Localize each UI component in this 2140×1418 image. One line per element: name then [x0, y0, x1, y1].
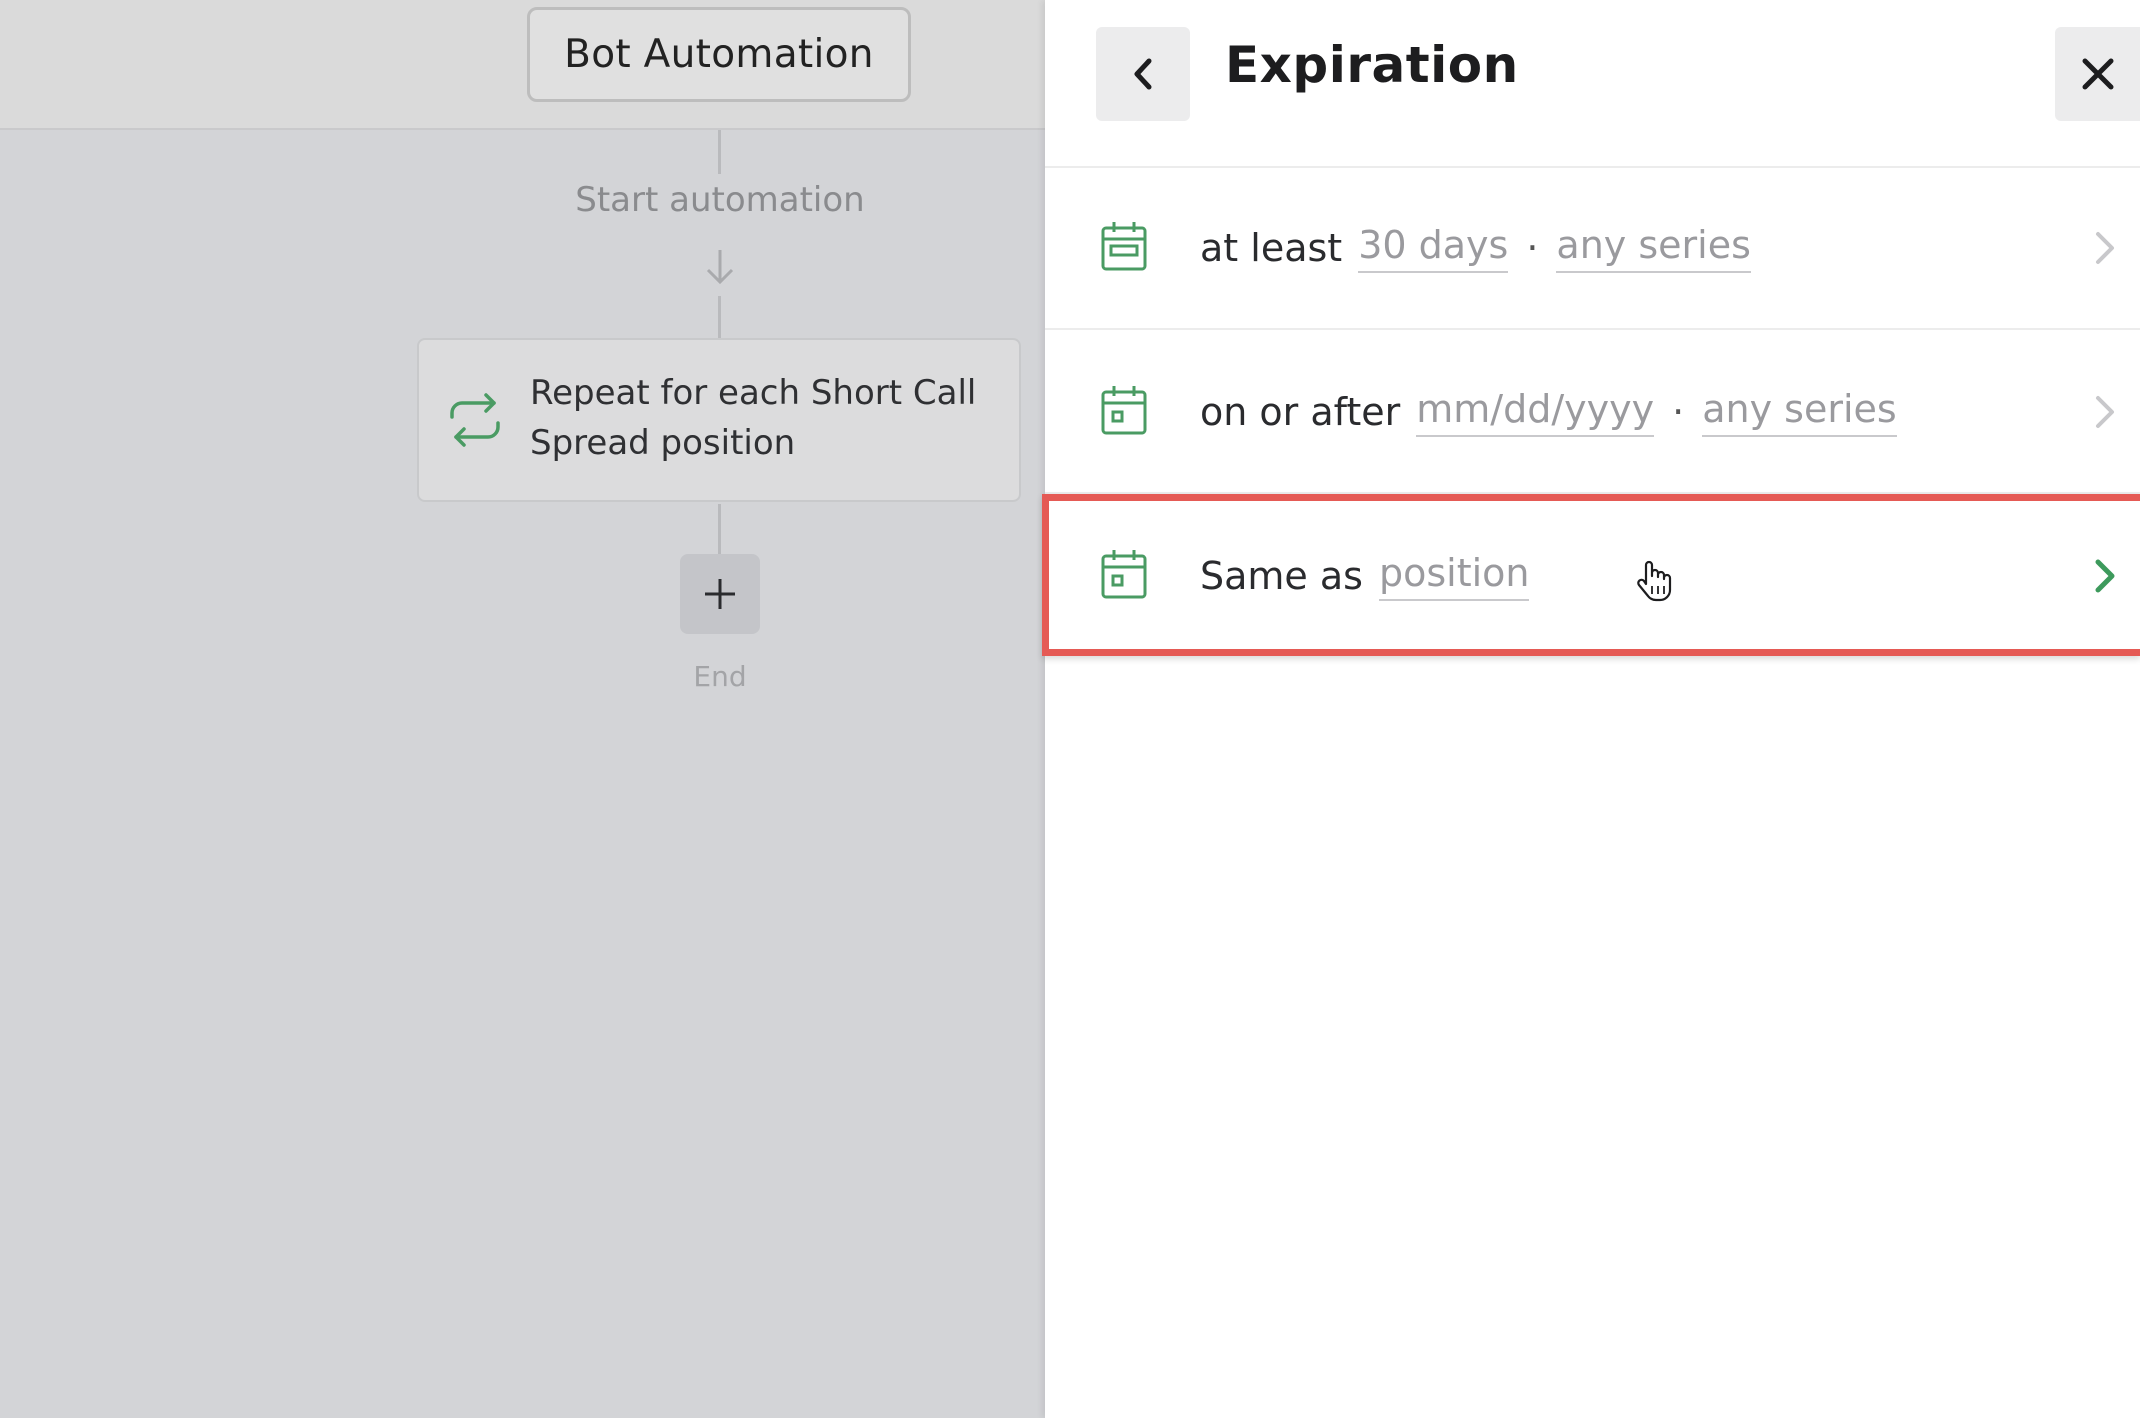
calendar-icon [1101, 222, 1147, 271]
option-prefix: on or after [1200, 390, 1401, 434]
app-root: Bot Automation Start automation Repeat f… [0, 0, 2140, 1418]
series-field[interactable]: any series [1556, 223, 1751, 273]
flow-connector [718, 130, 721, 174]
position-field[interactable]: position [1378, 551, 1530, 601]
days-field[interactable]: 30 days [1358, 223, 1509, 273]
chevron-right-icon [2096, 396, 2114, 428]
chevron-right-icon [2096, 232, 2114, 264]
repeat-icon [450, 393, 500, 447]
chevron-left-icon [1134, 58, 1152, 90]
option-text: at least 30 days · any series [1200, 166, 1751, 330]
bot-title-button[interactable]: Bot Automation [527, 7, 911, 102]
end-label: End [693, 660, 747, 693]
automation-canvas: Bot Automation Start automation Repeat f… [0, 0, 1045, 1418]
expiration-option-at-least[interactable]: at least 30 days · any series [1045, 166, 2140, 330]
separator-dot: · [1672, 390, 1685, 434]
chevron-right-icon [2095, 559, 2115, 593]
expiration-option-on-or-after[interactable]: on or after mm/dd/yyyy · any series [1045, 330, 2140, 494]
date-field[interactable]: mm/dd/yyyy [1416, 387, 1655, 437]
close-icon [2082, 58, 2113, 90]
plus-icon [705, 579, 735, 609]
expiration-panel: Expiration at least 30 days · any series… [1045, 0, 2140, 1418]
series-field[interactable]: any series [1702, 387, 1897, 437]
option-text: on or after mm/dd/yyyy · any series [1200, 330, 1897, 494]
calendar-icon [1101, 386, 1147, 435]
separator-dot: · [1526, 226, 1539, 270]
calendar-icon [1101, 550, 1147, 599]
option-prefix: at least [1200, 226, 1343, 270]
expiration-option-same-as[interactable]: Same as position [1045, 494, 2140, 658]
panel-title: Expiration [1225, 36, 1519, 94]
repeat-step-label: Repeat for each Short Call Spread positi… [530, 373, 977, 463]
close-button[interactable] [2055, 27, 2140, 121]
flow-connector [718, 296, 721, 338]
option-prefix: Same as [1200, 554, 1363, 598]
option-text: Same as position [1200, 494, 1530, 658]
back-button[interactable] [1096, 27, 1190, 121]
start-automation-label: Start automation [575, 180, 865, 220]
add-step-button[interactable] [680, 554, 760, 634]
flow-connector [718, 504, 721, 554]
hand-cursor-icon [1637, 560, 1672, 602]
arrow-down-icon [706, 250, 734, 285]
panel-header: Expiration [1045, 0, 2140, 168]
